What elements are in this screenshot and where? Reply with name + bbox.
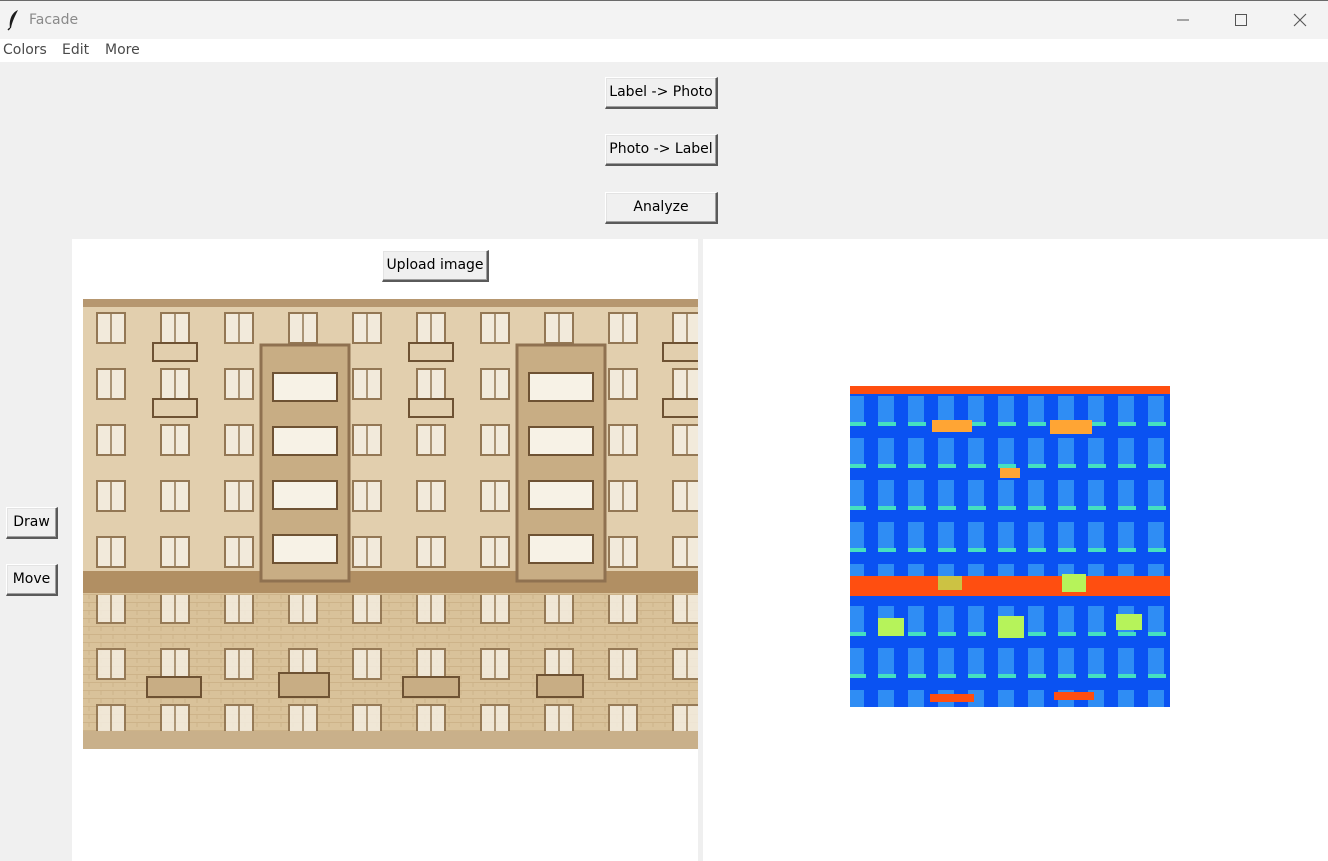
- minimize-button[interactable]: [1155, 1, 1211, 39]
- close-button[interactable]: [1272, 1, 1328, 39]
- analyze-label: Analyze: [633, 199, 689, 215]
- move-label: Move: [12, 571, 51, 587]
- window-title: Facade: [29, 12, 79, 28]
- draw-button[interactable]: Draw: [6, 507, 58, 539]
- minimize-icon: [1177, 19, 1189, 21]
- menu-bar: Colors Edit More: [0, 39, 1328, 62]
- analyze-button[interactable]: Analyze: [605, 192, 718, 224]
- title-bar: Facade: [0, 0, 1328, 39]
- label-to-photo-button[interactable]: Label -> Photo: [605, 77, 718, 109]
- maximize-icon: [1235, 14, 1247, 26]
- menu-edit[interactable]: Edit: [62, 42, 89, 58]
- close-icon: [1293, 13, 1307, 27]
- menu-colors[interactable]: Colors: [3, 42, 47, 58]
- maximize-button[interactable]: [1213, 1, 1269, 39]
- photo-to-label-button[interactable]: Photo -> Label: [605, 134, 718, 166]
- photo-to-label-label: Photo -> Label: [609, 141, 713, 157]
- upload-image-label: Upload image: [386, 257, 484, 273]
- menu-more[interactable]: More: [105, 42, 140, 58]
- upload-image-button[interactable]: Upload image: [382, 250, 489, 282]
- facade-photo[interactable]: [83, 299, 698, 749]
- feather-icon: [7, 10, 18, 31]
- draw-label: Draw: [13, 514, 50, 530]
- move-button[interactable]: Move: [6, 564, 58, 596]
- label-to-photo-label: Label -> Photo: [609, 84, 713, 100]
- label-map: [850, 386, 1170, 707]
